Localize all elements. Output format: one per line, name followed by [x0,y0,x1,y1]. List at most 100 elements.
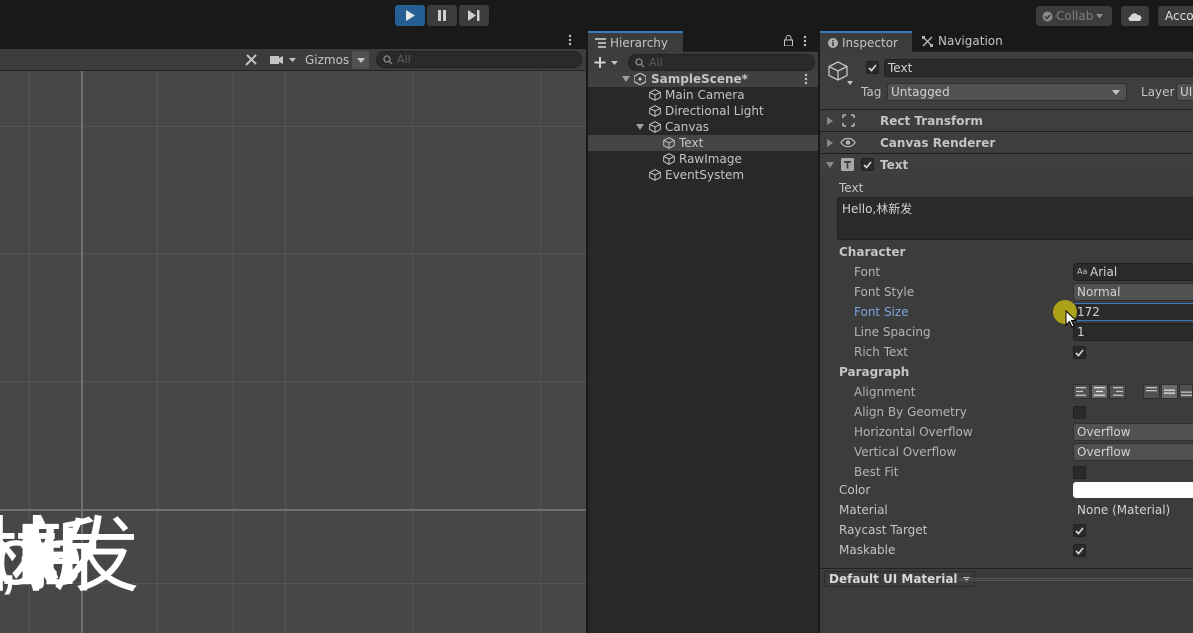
kebab-menu-icon[interactable] [803,35,807,47]
rich-text-checkbox[interactable] [1073,346,1086,359]
object-name-field[interactable]: Text [884,59,1193,77]
expand-arrow-icon[interactable] [636,124,644,130]
collapsed-arrow-icon [827,139,833,147]
gizmos-dropdown[interactable] [352,51,369,69]
text-enabled-checkbox[interactable] [861,158,874,171]
tag-dropdown[interactable]: Untagged [887,83,1127,101]
layer-dropdown[interactable]: UI [1176,83,1193,101]
check-circle-icon [1042,11,1053,21]
list-icon [595,38,606,48]
tools-icon[interactable] [244,53,258,67]
align-geometry-checkbox[interactable] [1073,406,1086,419]
component-label: Rect Transform [880,114,983,128]
cloud-button[interactable] [1121,6,1149,26]
font-style-dropdown[interactable]: Normal [1073,283,1193,301]
object-header: Text Tag Untagged Layer UI [820,53,1193,111]
horizontal-overflow-dropdown[interactable]: Overflow [1073,423,1193,441]
lock-icon[interactable] [784,35,793,46]
scene-panel: Gizmos All Hello,林新发 [0,31,586,633]
align-right-button[interactable] [1109,384,1126,399]
font-size-label[interactable]: Font Size [854,303,909,321]
hierarchy-item-main-camera[interactable]: Main Camera [588,87,818,103]
scene-search-input[interactable]: All [376,51,582,68]
gameobject-cube-icon [649,105,661,117]
navigation-icon [922,36,933,47]
tab-navigation[interactable]: Navigation [916,31,1003,52]
align-left-button[interactable] [1073,384,1090,399]
inspector-tabbar: Inspector Navigation [820,31,1193,52]
kebab-menu-icon[interactable] [568,34,572,46]
align-top-button[interactable] [1143,384,1160,399]
collapsed-arrow-icon [827,117,833,125]
collab-button[interactable]: Collab [1036,6,1112,26]
default-material-label: Default UI Material [829,572,958,586]
align-right-icon [1113,387,1123,396]
vertical-overflow-dropdown[interactable]: Overflow [1073,443,1193,461]
scene-tabbar [0,31,586,49]
hierarchy-item-scene[interactable]: SampleScene* [588,71,818,87]
align-center-icon [1094,387,1105,396]
tab-inspector[interactable]: Inspector [820,31,912,52]
font-size-field[interactable]: 172 [1073,303,1193,321]
font-asset-icon: Aa [1077,267,1088,276]
add-icon[interactable] [594,56,620,69]
component-text[interactable]: Text [820,153,1193,175]
hierarchy-item-canvas[interactable]: Canvas [588,119,818,135]
main-toolbar: Collab Account [0,0,1193,30]
material-label: Material [839,503,888,517]
paragraph-header: Paragraph [839,365,910,379]
vertical-overflow-label: Vertical Overflow [854,445,957,459]
font-field[interactable]: Aa Arial [1073,263,1193,281]
align-top-icon [1146,387,1157,392]
align-bottom-button[interactable] [1179,384,1193,399]
checkmark-icon [1075,546,1084,555]
hierarchy-item-directional-light[interactable]: Directional Light [588,103,818,119]
gameobject-cube-icon [663,153,675,165]
expand-arrow-icon[interactable] [622,76,630,82]
hierarchy-item-eventsystem[interactable]: EventSystem [588,167,818,183]
maskable-checkbox[interactable] [1073,544,1086,557]
account-button[interactable]: Account [1158,6,1193,26]
scene-text-object[interactable]: Hello,林新发 [20,356,260,626]
camera-icon[interactable] [270,54,298,66]
mouse-cursor-icon [1065,310,1077,328]
component-rect-transform[interactable]: Rect Transform [820,109,1193,131]
font-value: Arial [1090,265,1118,279]
play-button[interactable] [395,5,425,26]
pause-button[interactable] [427,5,457,26]
checkmark-icon [863,160,872,169]
tab-hierarchy[interactable]: Hierarchy [588,31,683,52]
pause-icon [438,10,446,21]
best-fit-label: Best Fit [854,465,899,479]
component-canvas-renderer[interactable]: Canvas Renderer [820,131,1193,153]
color-swatch[interactable] [1073,482,1193,498]
hierarchy-item-label: RawImage [679,152,742,166]
best-fit-checkbox[interactable] [1073,466,1086,479]
kebab-menu-icon[interactable] [804,73,808,85]
grid-line [540,71,541,633]
hierarchy-toolbar: All [588,52,818,73]
gameobject-cube-icon [649,169,661,181]
hierarchy-panel: Hierarchy All SampleScene* Main Camera D… [588,31,818,633]
tab-hierarchy-label: Hierarchy [610,36,669,50]
align-middle-button[interactable] [1161,384,1178,399]
align-center-button[interactable] [1091,384,1108,399]
horizontal-overflow-label: Horizontal Overflow [854,425,973,439]
raycast-target-checkbox[interactable] [1073,524,1086,537]
text-input-area[interactable]: Hello,林新发 [837,197,1193,240]
scene-viewport[interactable]: Hello,林新发 [0,71,586,633]
hierarchy-item-rawimage[interactable]: RawImage [588,151,818,167]
material-field[interactable]: None (Material) [1073,501,1193,519]
default-material-dropdown[interactable]: Default UI Material [824,571,975,587]
step-button[interactable] [459,5,489,26]
line-spacing-field[interactable]: 1 [1073,323,1193,341]
checkmark-icon [868,63,877,72]
active-checkbox[interactable] [866,61,879,74]
dropdown-arrow-icon[interactable] [847,81,853,85]
line-spacing-label: Line Spacing [854,325,931,339]
hierarchy-item-text[interactable]: Text [588,135,818,151]
hierarchy-item-label: Text [679,136,704,150]
gizmos-button[interactable]: Gizmos [302,51,349,69]
tag-value: Untagged [891,85,950,99]
hierarchy-search-input[interactable]: All [628,54,815,71]
